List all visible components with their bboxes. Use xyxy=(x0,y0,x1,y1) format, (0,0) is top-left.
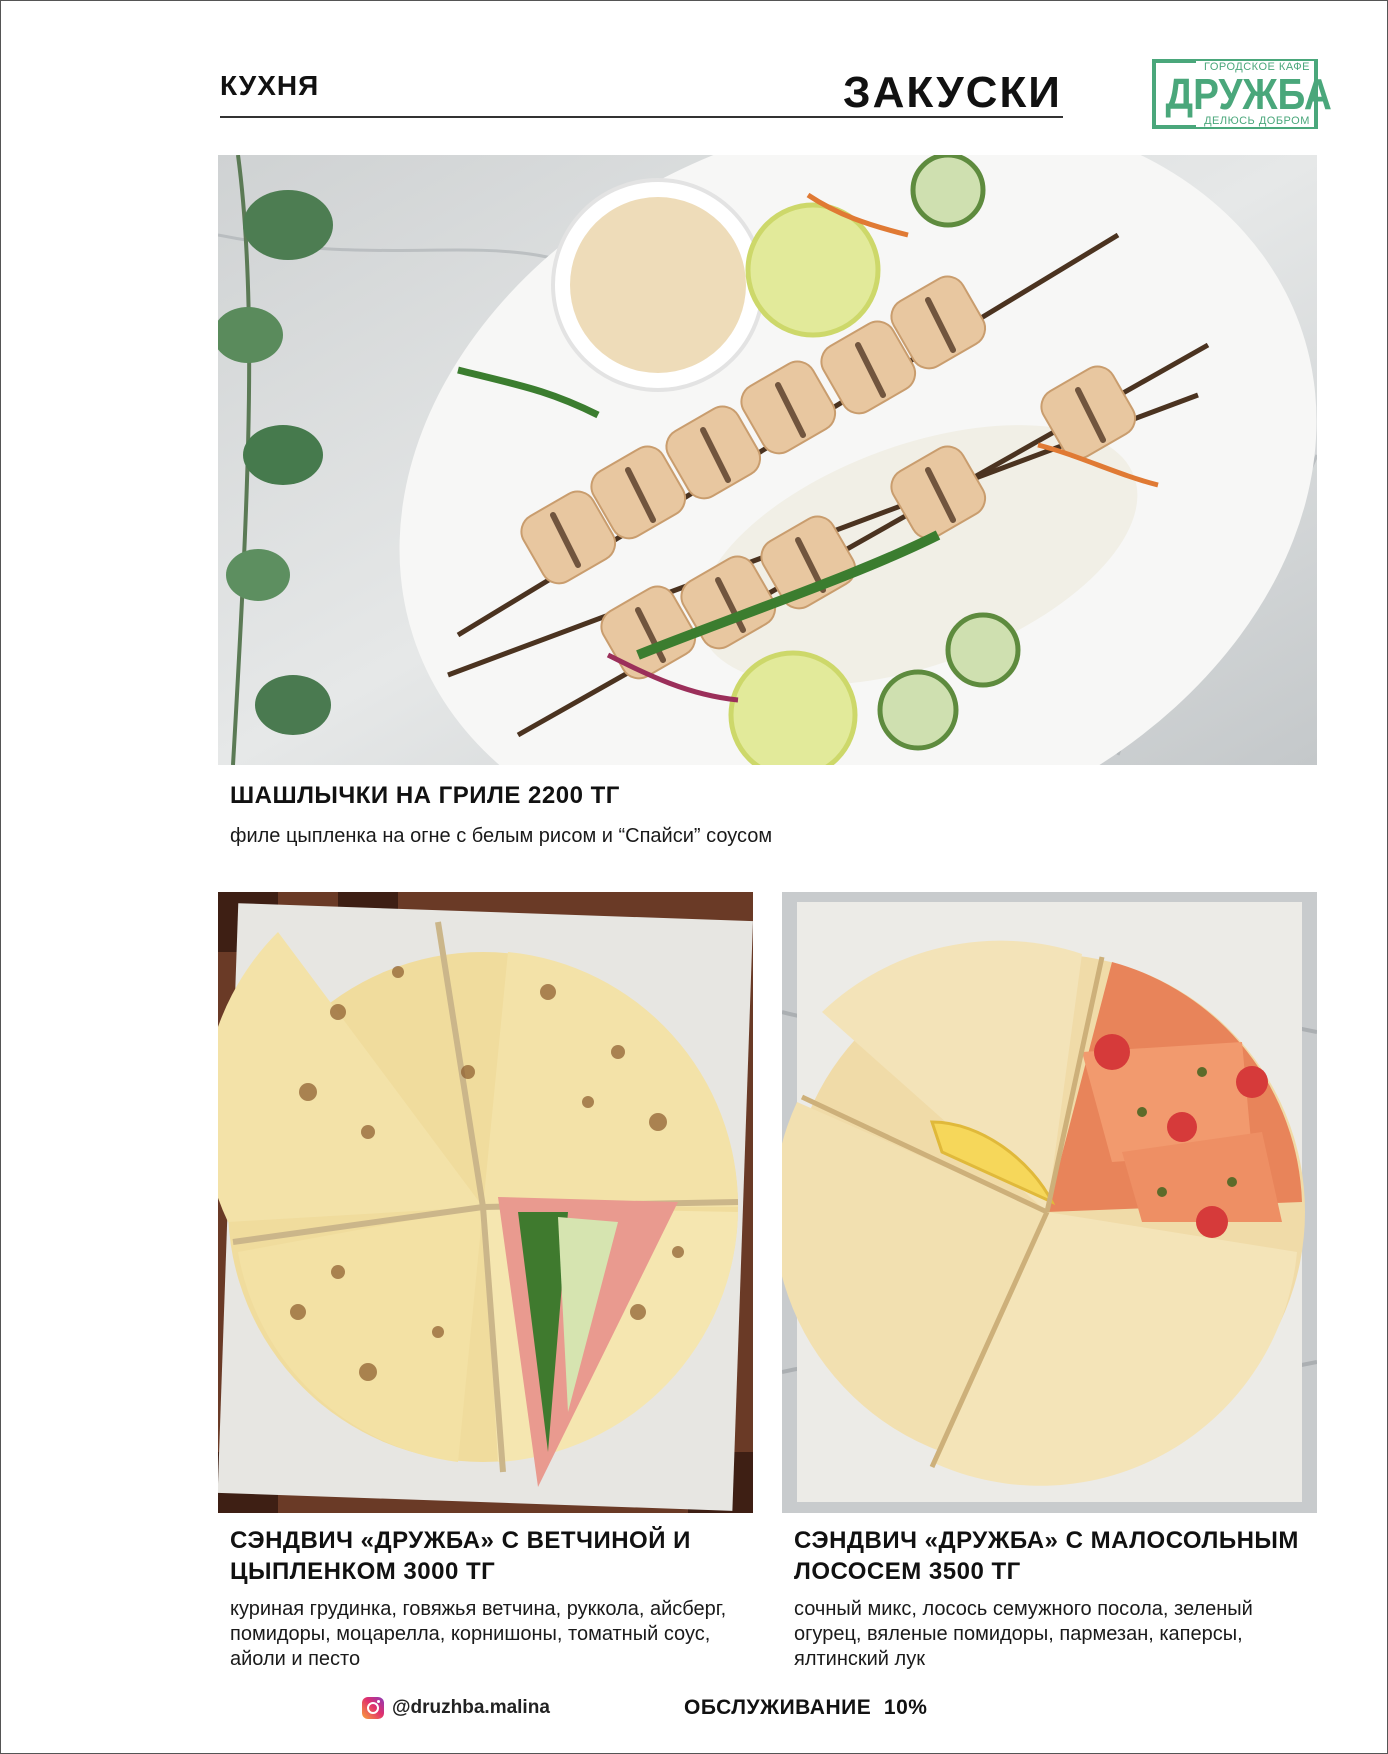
instagram-icon xyxy=(362,1697,384,1719)
cafe-logo: ГОРОДСКОЕ КАФЕ ДРУЖБА ДЕЛЮСЬ ДОБРОМ xyxy=(1152,59,1332,129)
ham-sandwich-photo xyxy=(218,892,753,1513)
dish-description-salmon-sandwich: сочный микс, лосось семужного посола, зе… xyxy=(794,1598,1253,1670)
service-charge: ОБСЛУЖИВАНИЕ 10% xyxy=(684,1696,928,1719)
logo-name: ДРУЖБА xyxy=(1165,70,1332,119)
salmon-sandwich-photo xyxy=(782,892,1317,1513)
section-label: КУХНЯ xyxy=(220,70,320,101)
dish-description-ham-sandwich: куриная грудинка, говяжья ветчина, рукко… xyxy=(230,1598,727,1670)
dish-title-ham-sandwich: СЭНДВИЧ «ДРУЖБА» С ВЕТЧИНОЙ И ЦЫПЛЕНКОМ … xyxy=(230,1527,691,1585)
instagram-handle[interactable]: @druzhba.malina xyxy=(362,1697,550,1719)
skewers-photo xyxy=(218,155,1317,765)
logo-tagline: ДЕЛЮСЬ ДОБРОМ xyxy=(1196,115,1314,127)
header-divider xyxy=(220,116,1063,118)
dish-title-salmon-sandwich: СЭНДВИЧ «ДРУЖБА» С МАЛОСОЛЬНЫМ ЛОСОСЕМ 3… xyxy=(794,1527,1299,1585)
page-title: ЗАКУСКИ xyxy=(843,68,1062,117)
dish-title-skewers: ШАШЛЫЧКИ НА ГРИЛЕ 2200 ТГ xyxy=(230,782,620,809)
instagram-text: @druzhba.malina xyxy=(392,1697,550,1718)
dish-description-skewers: филе цыпленка на огне с белым рисом и “С… xyxy=(230,825,773,847)
